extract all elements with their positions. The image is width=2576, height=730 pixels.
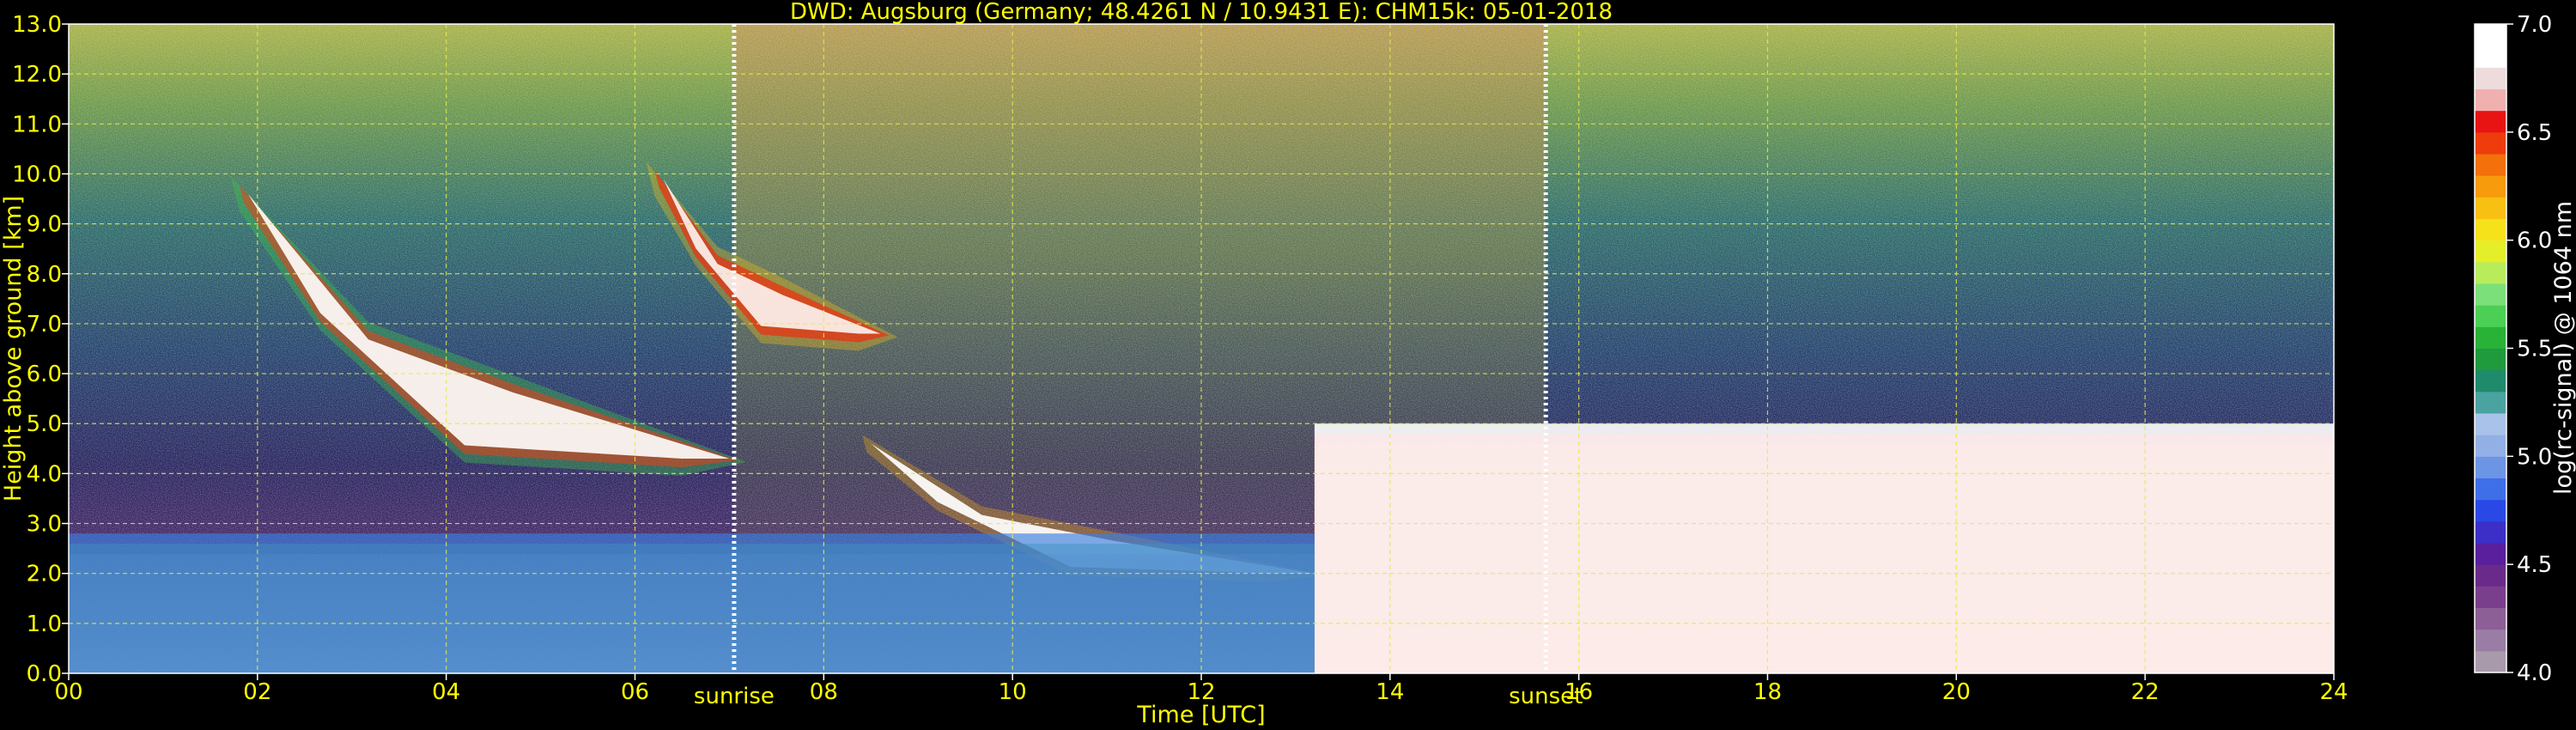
- y-tick-label: 5.0: [27, 411, 62, 437]
- y-axis-label: Height above ground [km]: [0, 196, 27, 502]
- colorbar-segment: [2475, 110, 2506, 133]
- colorbar-segment: [2475, 456, 2506, 478]
- colorbar: 4.0 4.5 5.0 5.5 6.0 6.5 7.0: [2474, 12, 2552, 686]
- x-tick-label: 18: [1753, 679, 1782, 705]
- boundary-layer-band: [69, 533, 1315, 673]
- y-tick-label: 7.0: [27, 312, 62, 338]
- colorbar-segment: [2475, 240, 2506, 263]
- sunrise-label: sunrise: [694, 684, 775, 709]
- colorbar-tick-label: 6.5: [2517, 120, 2552, 146]
- colorbar-segment: [2475, 348, 2506, 371]
- chart-title: DWD: Augsburg (Germany; 48.4261 N / 10.9…: [790, 0, 1613, 25]
- colorbar-segment: [2475, 67, 2506, 89]
- colorbar-segment: [2475, 305, 2506, 327]
- colorbar-tick-label: 7.0: [2517, 12, 2552, 38]
- colorbar-segment: [2475, 478, 2506, 501]
- colorbar-segment: [2475, 435, 2506, 457]
- y-tick-label: 8.0: [27, 262, 62, 288]
- plot-area: [69, 24, 2334, 673]
- colorbar-segment: [2475, 520, 2506, 544]
- colorbar-tick-label: 5.5: [2517, 337, 2552, 362]
- colorbar-tick-label: 5.0: [2517, 444, 2552, 470]
- x-tick-label: 10: [999, 679, 1027, 705]
- y-tick-label: 4.0: [27, 461, 62, 487]
- colorbar-segment: [2475, 88, 2506, 112]
- colorbar-segment: [2475, 131, 2506, 155]
- colorbar-segment: [2475, 283, 2506, 306]
- x-tick-label: 06: [621, 679, 649, 705]
- colorbar-segment: [2475, 564, 2506, 587]
- low-cloud: [1314, 423, 2334, 673]
- colorbar-segment: [2475, 586, 2506, 608]
- colorbar-segment: [2475, 650, 2506, 673]
- y-tick-label: 13.0: [12, 12, 62, 38]
- y-tick-label: 0.0: [27, 661, 62, 687]
- x-tick-label: 08: [810, 679, 838, 705]
- x-tick-label: 02: [243, 679, 271, 705]
- colorbar-segment: [2475, 413, 2506, 435]
- boundary-layer: [69, 533, 1315, 673]
- x-tick-label: 22: [2131, 679, 2160, 705]
- colorbar-segment: [2475, 175, 2506, 198]
- colorbar-segment: [2475, 218, 2506, 241]
- colorbar-tick-label: 4.5: [2517, 552, 2552, 578]
- low-cloud-band: [1314, 423, 2334, 673]
- colorbar-segment: [2475, 607, 2506, 630]
- colorbar-segment: [2475, 369, 2506, 392]
- ceilometer-chart: sunrise sunset 00 02 04 06 08 10 12 14 16 18 20 22 24…: [0, 0, 2576, 728]
- colorbar-segment: [2475, 499, 2506, 522]
- colorbar-tick-label: 4.0: [2517, 660, 2552, 686]
- colorbar-segment: [2475, 197, 2506, 219]
- y-tick-label: 9.0: [27, 212, 62, 238]
- y-tick-label: 11.0: [12, 112, 62, 137]
- x-tick-label: 16: [1564, 679, 1593, 705]
- colorbar-segment: [2475, 543, 2506, 565]
- colorbar-segment: [2475, 154, 2506, 176]
- y-tick-label: 10.0: [12, 161, 62, 187]
- x-tick-label: 14: [1376, 679, 1404, 705]
- y-tick-label: 1.0: [27, 611, 62, 637]
- x-axis-label: Time [UTC]: [1136, 702, 1265, 728]
- x-tick-label: 04: [432, 679, 460, 705]
- x-tick-label: 20: [1942, 679, 1971, 705]
- y-tick-label: 12.0: [12, 62, 62, 88]
- colorbar-segment: [2475, 629, 2506, 652]
- y-tick-label: 6.0: [27, 362, 62, 387]
- colorbar-tick-label: 6.0: [2517, 228, 2552, 254]
- y-tick-label: 2.0: [27, 562, 62, 587]
- x-tick-label: 24: [2319, 679, 2348, 705]
- colorbar-segment: [2475, 46, 2506, 68]
- colorbar-label: log(rc-signal) @ 1064 nm: [2550, 201, 2576, 495]
- colorbar-segment: [2475, 261, 2506, 284]
- colorbar-segment: [2475, 24, 2506, 46]
- y-tick-label: 3.0: [27, 512, 62, 538]
- colorbar-segment: [2475, 391, 2506, 414]
- colorbar-segment: [2475, 326, 2506, 349]
